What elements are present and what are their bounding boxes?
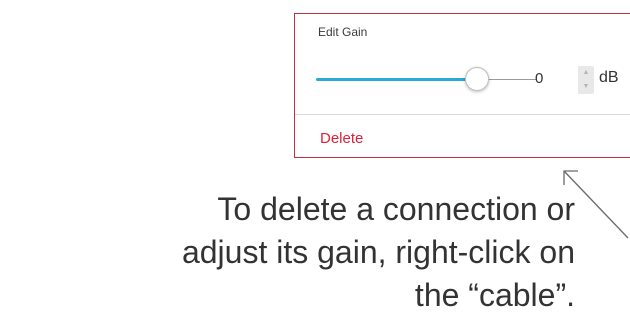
- gain-value: 0: [535, 70, 544, 87]
- menu-divider: [295, 114, 630, 115]
- arrow-pointer-icon: [563, 170, 629, 239]
- caption-line: the “cable”.: [414, 277, 575, 313]
- edit-gain-popup: Edit Gain 0 ▲ ▼ dB Delete: [294, 13, 630, 158]
- slider-track: [487, 79, 536, 80]
- caption-line: adjust its gain, right-click on: [181, 234, 575, 270]
- stepper-up-icon[interactable]: ▲: [578, 66, 594, 80]
- instruction-caption: To delete a connection or adjust its gai…: [0, 188, 575, 317]
- stepper-down-icon[interactable]: ▼: [578, 80, 594, 94]
- gain-unit: dB: [599, 69, 619, 86]
- gain-slider[interactable]: [316, 67, 536, 93]
- gain-stepper[interactable]: ▲ ▼: [578, 66, 594, 94]
- caption-line: To delete a connection or: [217, 191, 575, 227]
- slider-track-fill: [316, 78, 467, 81]
- delete-menu-item[interactable]: Delete: [320, 130, 363, 147]
- slider-thumb[interactable]: [465, 67, 489, 91]
- popup-title: Edit Gain: [318, 25, 368, 39]
